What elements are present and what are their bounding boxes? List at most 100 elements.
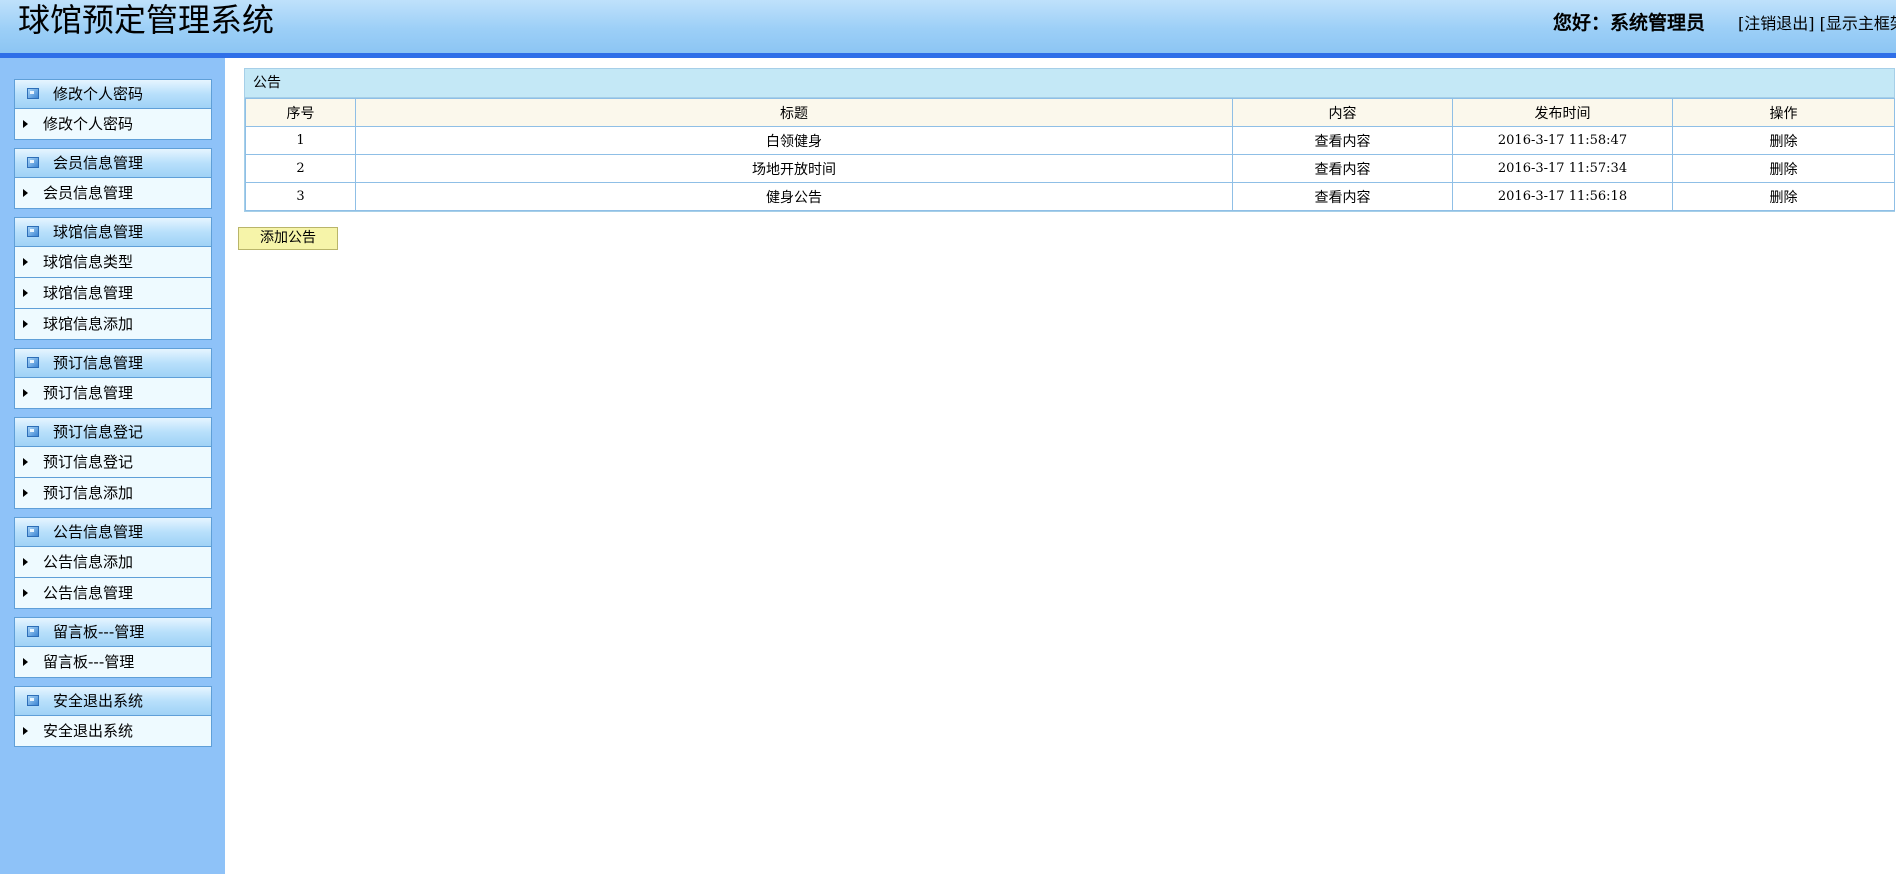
column-header-time: 发布时间 [1452,98,1673,127]
menu-group-header[interactable]: 球馆信息管理 [15,218,211,247]
row-publish-time: 2016-3-17 11:58:47 [1452,126,1673,155]
add-notice-button[interactable]: 添加公告 [238,227,338,250]
logout-link[interactable]: [注销退出] [1738,14,1815,33]
sidebar-item-booking-register[interactable]: 预订信息登记 [15,447,211,477]
table-row: 3 健身公告 查看内容 2016-3-17 11:56:18 删除 [245,182,1895,211]
menu-group-header[interactable]: 留言板---管理 [15,618,211,647]
menu-group-venue-info: 球馆信息管理 球馆信息类型 球馆信息管理 球馆信息添加 [14,217,212,340]
menu-window-icon [27,695,39,706]
menu-group-title: 安全退出系统 [53,692,144,710]
sidebar-item-notice-manage[interactable]: 公告信息管理 [15,577,211,608]
column-header-index: 序号 [245,98,356,127]
menu-group-title: 球馆信息管理 [53,223,144,241]
triangle-right-icon [23,120,28,128]
row-title: 场地开放时间 [355,154,1233,183]
menu-group-header[interactable]: 预订信息管理 [15,349,211,378]
notice-table: 序号 标题 内容 发布时间 操作 1 白领健身 查看内容 2016-3-17 1… [245,98,1895,211]
triangle-right-icon [23,289,28,297]
menu-window-icon [27,226,39,237]
panel-title: 公告 [245,69,1894,98]
triangle-right-icon [23,658,28,666]
sidebar-item-label: 球馆信息添加 [43,315,134,333]
column-header-content: 内容 [1232,98,1453,127]
triangle-right-icon [23,258,28,266]
row-index: 2 [245,154,356,183]
menu-group-change-password: 修改个人密码 修改个人密码 [14,79,212,140]
triangle-right-icon [23,558,28,566]
triangle-right-icon [23,489,28,497]
row-publish-time: 2016-3-17 11:56:18 [1452,182,1673,211]
menu-group-header[interactable]: 安全退出系统 [15,687,211,716]
menu-group-notice: 公告信息管理 公告信息添加 公告信息管理 [14,517,212,609]
triangle-right-icon [23,458,28,466]
sidebar-item-notice-add[interactable]: 公告信息添加 [15,547,211,577]
delete-link[interactable]: 删除 [1672,154,1895,183]
sidebar-item-booking-add[interactable]: 预订信息添加 [15,477,211,508]
sidebar-item-label: 公告信息添加 [43,553,134,571]
header-bar: 球馆预定管理系统 您好：系统管理员 [注销退出] [显示主框架] [0,0,1896,58]
menu-window-icon [27,426,39,437]
row-title: 白领健身 [355,126,1233,155]
delete-link[interactable]: 删除 [1672,126,1895,155]
row-title: 健身公告 [355,182,1233,211]
table-row: 1 白领健身 查看内容 2016-3-17 11:58:47 删除 [245,126,1895,155]
sidebar-item-label: 安全退出系统 [43,722,134,740]
triangle-right-icon [23,727,28,735]
sidebar-item-label: 留言板---管理 [43,653,135,671]
triangle-right-icon [23,389,28,397]
menu-group-title: 预订信息管理 [53,354,144,372]
triangle-right-icon [23,320,28,328]
menu-group-header[interactable]: 公告信息管理 [15,518,211,547]
column-header-title: 标题 [355,98,1233,127]
delete-link[interactable]: 删除 [1672,182,1895,211]
view-content-link[interactable]: 查看内容 [1232,126,1453,155]
sidebar-item-venue-type[interactable]: 球馆信息类型 [15,247,211,277]
menu-group-title: 公告信息管理 [53,523,144,541]
sidebar-item-label: 预订信息管理 [43,384,134,402]
sidebar-item-label: 预订信息添加 [43,484,134,502]
menu-group-booking-register: 预订信息登记 预订信息登记 预订信息添加 [14,417,212,509]
sidebar-item-safe-logout[interactable]: 安全退出系统 [15,716,211,746]
menu-group-header[interactable]: 会员信息管理 [15,149,211,178]
menu-group-title: 预订信息登记 [53,423,144,441]
sidebar-item-change-password[interactable]: 修改个人密码 [15,109,211,139]
menu-group-header[interactable]: 预订信息登记 [15,418,211,447]
menu-group-title: 会员信息管理 [53,154,144,172]
welcome-text: 您好：系统管理员 [1553,12,1706,34]
column-header-action: 操作 [1672,98,1895,127]
row-index: 3 [245,182,356,211]
triangle-right-icon [23,189,28,197]
menu-group-booking-manage: 预订信息管理 预订信息管理 [14,348,212,409]
table-row: 2 场地开放时间 查看内容 2016-3-17 11:57:34 删除 [245,154,1895,183]
header-links: [注销退出] [显示主框架] [1738,10,1896,34]
sidebar-item-venue-manage[interactable]: 球馆信息管理 [15,277,211,308]
sidebar-item-label: 预订信息登记 [43,453,134,471]
sidebar-item-label: 球馆信息类型 [43,253,134,271]
show-main-frame-link[interactable]: [显示主框架] [1820,14,1896,33]
sidebar-item-member-info[interactable]: 会员信息管理 [15,178,211,208]
view-content-link[interactable]: 查看内容 [1232,182,1453,211]
app-title: 球馆预定管理系统 [18,1,275,39]
menu-group-header[interactable]: 修改个人密码 [15,80,211,109]
sidebar-item-label: 修改个人密码 [43,115,134,133]
triangle-right-icon [23,589,28,597]
menu-group-logout: 安全退出系统 安全退出系统 [14,686,212,747]
view-content-link[interactable]: 查看内容 [1232,154,1453,183]
sidebar-item-venue-add[interactable]: 球馆信息添加 [15,308,211,339]
menu-group-member-info: 会员信息管理 会员信息管理 [14,148,212,209]
menu-window-icon [27,357,39,368]
menu-window-icon [27,157,39,168]
row-publish-time: 2016-3-17 11:57:34 [1452,154,1673,183]
menu-group-message-board: 留言板---管理 留言板---管理 [14,617,212,678]
sidebar-item-label: 球馆信息管理 [43,284,134,302]
sidebar-item-booking-manage[interactable]: 预订信息管理 [15,378,211,408]
menu-window-icon [27,626,39,637]
sidebar-item-label: 会员信息管理 [43,184,134,202]
menu-window-icon [27,88,39,99]
sidebar-item-message-board[interactable]: 留言板---管理 [15,647,211,677]
row-index: 1 [245,126,356,155]
notice-panel: 公告 序号 标题 内容 发布时间 操作 1 白领健身 查看内容 2016-3-1… [244,68,1895,212]
menu-window-icon [27,526,39,537]
sidebar-item-label: 公告信息管理 [43,584,134,602]
menu-group-title: 留言板---管理 [53,623,145,641]
